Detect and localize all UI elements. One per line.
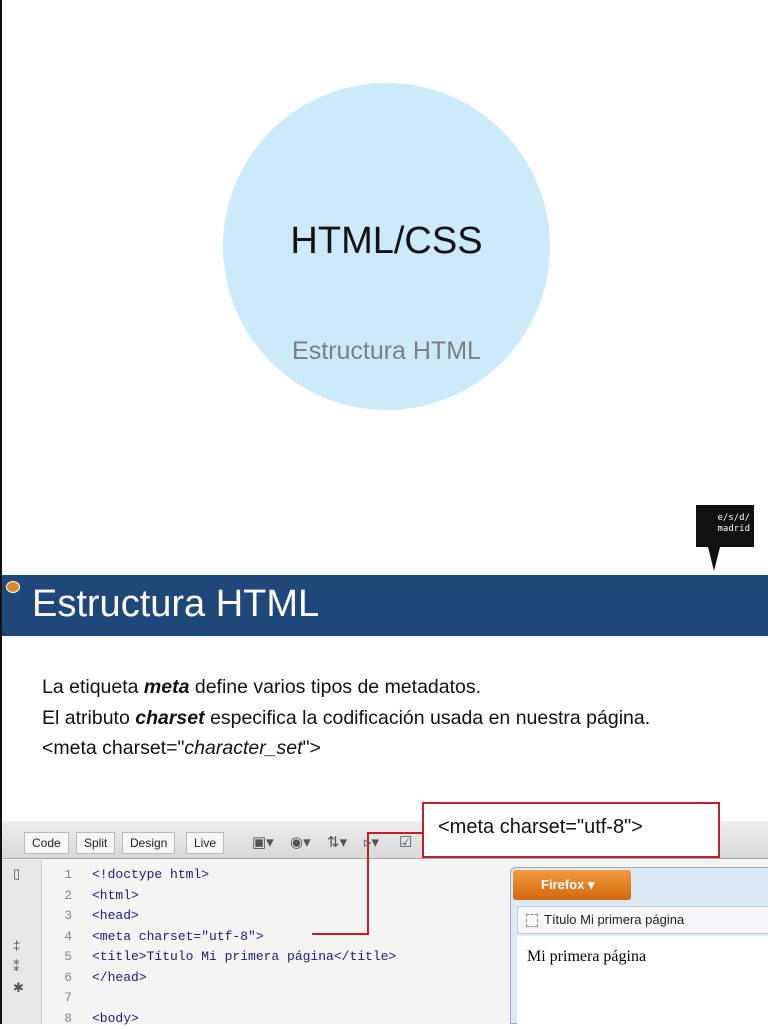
expand-all-icon[interactable]: ✱ [13, 980, 24, 996]
esd-madrid-logo: e/s/d/madrid [696, 505, 754, 547]
paragraph: <meta charset="character_set"> [42, 733, 742, 764]
live-view-button[interactable]: Live [186, 832, 224, 854]
code-line: 7 [42, 988, 396, 1009]
code-text: <!doctype html> [92, 867, 209, 882]
firefox-menu-button[interactable]: Firefox ▾ [513, 870, 631, 900]
browser-tab[interactable]: Título Mi primera página [517, 906, 768, 934]
code-line: 6 </head> [42, 968, 396, 989]
code-line: 2 <html> [42, 886, 396, 907]
slide-header: Estructura HTML [2, 575, 768, 636]
line-number: 3 [42, 906, 72, 927]
code-editor[interactable]: 1 <!doctype html> 2 <html> 3 <head> 4 <meta … [42, 865, 396, 1029]
line-number: 1 [42, 865, 72, 886]
text: "> [303, 737, 321, 759]
emphasis: meta [144, 676, 190, 698]
paragraph: La etiqueta meta define varios tipos de … [42, 672, 742, 703]
validate-icon[interactable]: ☑ [399, 833, 412, 851]
line-number: 8 [42, 1009, 72, 1029]
code-text: <meta charset="utf-8"> [92, 929, 264, 944]
emphasis: charset [135, 707, 204, 729]
title-slide: HTML/CSS Estructura HTML e/s/d/madrid [0, 0, 768, 574]
slide-heading: Estructura HTML [32, 583, 319, 626]
text: especifica la codificación usada en nues… [205, 707, 651, 729]
logo-line: madrid [700, 524, 750, 535]
text: define varios tipos de metadatos. [189, 676, 481, 698]
comment-icon[interactable] [6, 581, 20, 593]
firefox-window: Firefox ▾ Título Mi primera página Mi pr… [510, 867, 768, 1024]
design-view-button[interactable]: Design [122, 832, 175, 854]
multiscreen-icon[interactable]: ▣▾ [252, 833, 274, 851]
code-text: <head> [92, 908, 139, 923]
collapse-selection-icon[interactable]: ⁑ [13, 959, 20, 975]
code-line: 3 <head> [42, 906, 396, 927]
text: <meta charset=" [42, 737, 184, 759]
code-text: <title>Título Mi primera página</title> [92, 949, 396, 964]
meta-charset-callout: <meta charset="utf-8"> [422, 802, 720, 858]
code-text: <html> [92, 888, 139, 903]
code-line: 4 <meta charset="utf-8"> [42, 927, 396, 948]
code-view-button[interactable]: Code [24, 832, 69, 854]
line-number: 5 [42, 947, 72, 968]
line-number: 4 [42, 927, 72, 948]
connector-line [367, 832, 423, 834]
line-number: 7 [42, 988, 72, 1009]
code-text: </head> [92, 970, 147, 985]
emphasis: character_set [184, 737, 302, 759]
code-line: 5 <title>Título Mi primera página</title> [42, 947, 396, 968]
line-number: 2 [42, 886, 72, 907]
slide-body: La etiqueta meta define varios tipos de … [42, 672, 742, 764]
connector-line [367, 832, 369, 935]
text: El atributo [42, 707, 135, 729]
text: La etiqueta [42, 676, 144, 698]
code-text: <body> [92, 1011, 139, 1026]
browser-preview-icon[interactable]: ◉▾ [290, 833, 311, 851]
open-documents-icon[interactable]: ▯ [13, 866, 20, 882]
collapse-tag-icon[interactable]: ‡ [13, 938, 20, 953]
connector-line [312, 933, 369, 935]
code-line: 1 <!doctype html> [42, 865, 396, 886]
slide-subtitle: Estructura HTML [223, 337, 550, 366]
logo-line: e/s/d/ [700, 513, 750, 524]
content-slide: Estructura HTML La etiqueta meta define … [0, 574, 768, 1024]
line-number: 6 [42, 968, 72, 989]
code-line: 8 <body> [42, 1009, 396, 1029]
split-view-button[interactable]: Split [76, 832, 115, 854]
slide-title: HTML/CSS [223, 220, 550, 263]
paragraph: El atributo charset especifica la codifi… [42, 703, 742, 734]
page-content: Mi primera página [517, 936, 768, 1025]
page-icon [526, 914, 538, 927]
tab-title: Título Mi primera página [544, 912, 684, 927]
coding-toolbar: ▯ ‡ ⁑ ✱ [2, 860, 42, 1024]
file-management-icon[interactable]: ⇅▾ [327, 833, 347, 851]
